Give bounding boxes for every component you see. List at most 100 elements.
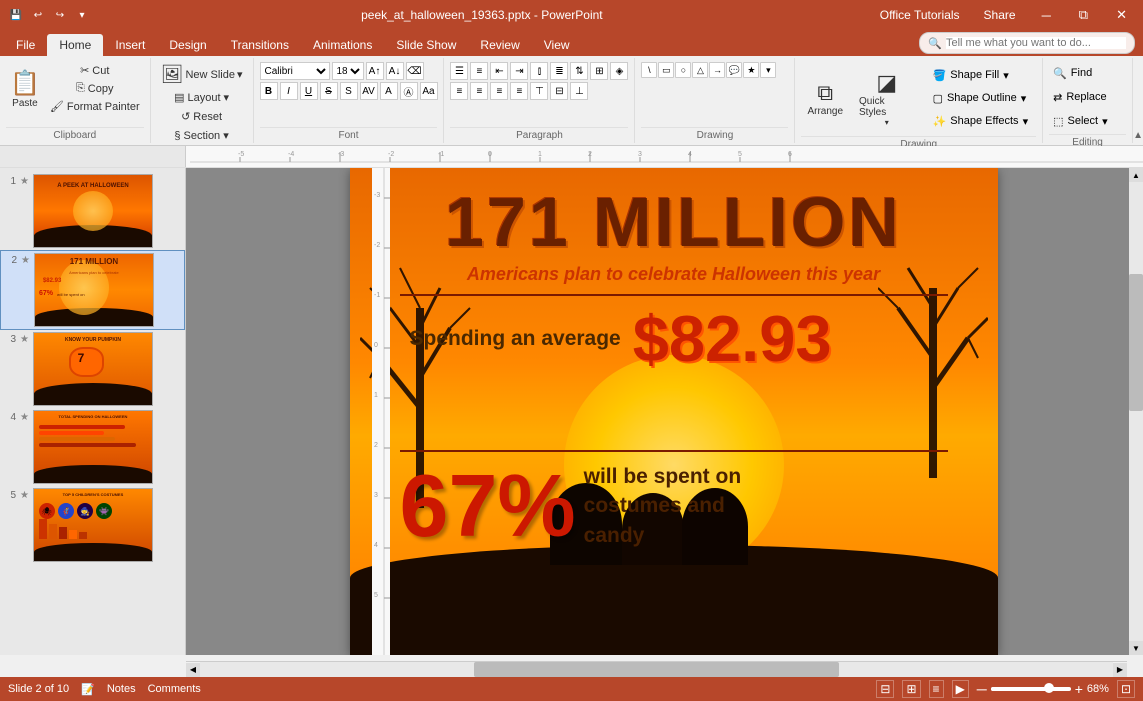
tab-file[interactable]: File [4,34,47,56]
tell-me-box[interactable]: 🔍 [919,32,1135,54]
slide-thumbnail-2[interactable]: 2 ★ 171 MILLION Americans plan to celebr… [0,250,185,330]
shape-fill-dropdown[interactable]: ▾ [1003,69,1009,82]
shape-effects-button[interactable]: ✨ Shape Effects ▾ [929,110,1033,132]
cut-button[interactable]: ✂ Cut [46,62,144,79]
highlight-button[interactable]: Ⓐ [400,82,418,100]
align-left-button[interactable]: ≡ [450,82,468,100]
decrease-font-button[interactable]: A↓ [386,62,404,80]
select-button[interactable]: ⬚ Select ▾ [1049,110,1112,132]
layout-dropdown-icon[interactable]: ▾ [224,91,230,104]
arrow-tool[interactable]: → [709,62,725,78]
scroll-down-arrow[interactable]: ▼ [1129,641,1143,655]
replace-button[interactable]: ⇄ Replace [1049,86,1111,108]
shape-outline-button[interactable]: ▢ Shape Outline ▾ [929,87,1033,109]
find-button[interactable]: 🔍 Find [1049,62,1096,84]
font-color-button[interactable]: A [380,82,398,100]
restore-button[interactable]: ⧉ [1071,5,1096,25]
bullets-button[interactable]: ☰ [450,62,468,80]
zoom-level-display[interactable]: 68% [1087,683,1109,695]
slide-notes-button[interactable]: Notes [107,683,136,695]
numbering-button[interactable]: ≡ [470,62,488,80]
zoom-slider-thumb[interactable] [1044,683,1054,693]
redo-icon[interactable]: ↪ [52,7,68,23]
customize-qa-icon[interactable]: ▾ [74,7,90,23]
slide-thumbnail-5[interactable]: 5 ★ TOP 5 CHILDREN'S COSTUMES 🕷 🦸 🧙 👾 [0,486,185,564]
change-case-button[interactable]: Aa [420,82,438,100]
align-top-button[interactable]: ⊤ [530,82,548,100]
italic-button[interactable]: I [280,82,298,100]
tab-review[interactable]: Review [468,34,531,56]
view-reading-button[interactable]: ≡ [929,680,944,698]
reset-button[interactable]: ↺ Reset [157,108,247,125]
strikethrough-button[interactable]: S [320,82,338,100]
shape-effects-dropdown[interactable]: ▾ [1023,115,1029,128]
hscroll-left-arrow[interactable]: ◀ [186,663,200,677]
office-tutorials-button[interactable]: Office Tutorials [874,6,966,24]
underline-button[interactable]: U [300,82,318,100]
view-normal-button[interactable]: ⊟ [876,680,894,698]
justify-button[interactable]: ≡ [510,82,528,100]
align-middle-button[interactable]: ⊟ [550,82,568,100]
layout-button[interactable]: ▤ Layout ▾ [157,89,247,106]
slide-thumbnail-4[interactable]: 4 ★ TOTAL SPENDING ON HALLOWEEN [0,408,185,486]
copy-button[interactable]: ⎘ Copy [46,80,144,97]
fit-to-window-button[interactable]: ⊡ [1117,680,1135,698]
new-slide-button[interactable]: 🖼 New Slide ▾ [157,62,247,87]
spacing-button[interactable]: AV [360,82,378,100]
tab-design[interactable]: Design [157,34,218,56]
triangle-tool[interactable]: △ [692,62,708,78]
hscroll-right-arrow[interactable]: ▶ [1113,663,1127,677]
smartart-button[interactable]: ◈ [610,62,628,80]
tab-transitions[interactable]: Transitions [219,34,301,56]
quick-styles-dropdown[interactable]: ▾ [885,118,889,127]
slide-editing-area[interactable]: -3 -2 -1 0 1 2 3 4 5 [186,168,1143,655]
decrease-indent-button[interactable]: ⇤ [490,62,508,80]
align-bottom-button[interactable]: ⊥ [570,82,588,100]
scroll-thumb[interactable] [1129,274,1143,412]
close-button[interactable]: ✕ [1108,5,1135,25]
align-center-button[interactable]: ≡ [470,82,488,100]
view-slideshow-button[interactable]: ▶ [952,680,969,698]
rect-tool[interactable]: ▭ [658,62,674,78]
view-slide-sorter-button[interactable]: ⊞ [902,680,920,698]
increase-font-button[interactable]: A↑ [366,62,384,80]
oval-tool[interactable]: ○ [675,62,691,78]
align-right-button[interactable]: ≡ [490,82,508,100]
tell-me-input[interactable] [946,37,1126,49]
quick-styles-button[interactable]: ◪ Quick Styles ▾ [853,68,921,129]
zoom-slider[interactable] [991,687,1071,691]
horizontal-scrollbar[interactable]: ◀ ▶ [186,661,1127,677]
new-slide-dropdown-icon[interactable]: ▾ [237,68,243,81]
line-tool[interactable]: \ [641,62,657,78]
format-painter-button[interactable]: 🖌 Format Painter [46,98,144,115]
select-dropdown[interactable]: ▾ [1102,115,1108,128]
more-shapes-btn[interactable]: ▾ [760,62,776,78]
tab-insert[interactable]: Insert [103,34,157,56]
save-icon[interactable]: 💾 [8,7,24,23]
hscroll-track[interactable] [200,662,1113,677]
tab-slideshow[interactable]: Slide Show [384,34,468,56]
align-text-button[interactable]: ⊞ [590,62,608,80]
comments-button[interactable]: Comments [148,683,201,695]
line-spacing-button[interactable]: ≣ [550,62,568,80]
slide-thumbnail-3[interactable]: 3 ★ KNOW YOUR PUMPKIN 7 [0,330,185,408]
slide-thumbnail-1[interactable]: 1 ★ A PEEK AT HALLOWEEN [0,172,185,250]
tab-animations[interactable]: Animations [301,34,384,56]
section-button[interactable]: § Section ▾ [157,127,247,144]
tab-view[interactable]: View [532,34,582,56]
minimize-button[interactable]: ─ [1034,6,1059,25]
columns-button[interactable]: ⫾ [530,62,548,80]
arrange-button[interactable]: ⧉ Arrange [801,73,849,123]
callout-tool[interactable]: 💬 [726,62,742,78]
undo-icon[interactable]: ↩ [30,7,46,23]
clear-format-button[interactable]: ⌫ [406,62,424,80]
increase-indent-button[interactable]: ⇥ [510,62,528,80]
shape-outline-dropdown[interactable]: ▾ [1021,92,1027,105]
shape-fill-button[interactable]: 🪣 Shape Fill ▾ [929,64,1033,86]
bold-button[interactable]: B [260,82,278,100]
vertical-scrollbar[interactable]: ▲ ▼ [1129,168,1143,655]
tab-home[interactable]: Home [47,34,103,56]
font-size-select[interactable]: 18 [332,62,364,80]
zoom-in-button[interactable]: + [1075,681,1083,697]
section-dropdown-icon[interactable]: ▾ [223,129,229,142]
